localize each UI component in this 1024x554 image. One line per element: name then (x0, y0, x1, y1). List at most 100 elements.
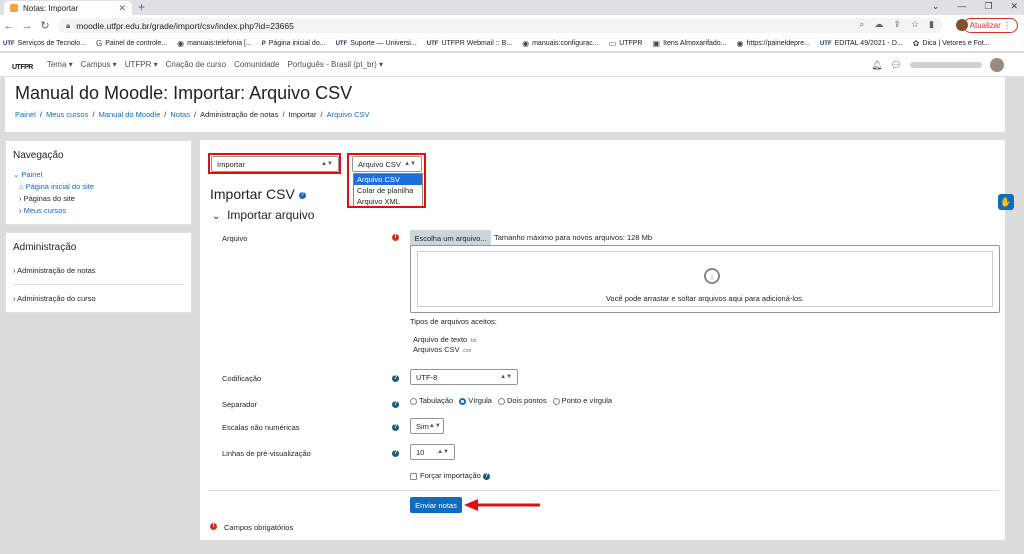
bookmark[interactable]: P Página inicial do... (262, 40, 326, 47)
admin-item-curso[interactable]: › Administração do curso (13, 285, 184, 312)
breadcrumb-separator: / (92, 110, 95, 119)
help-icon[interactable]: ? (392, 424, 399, 431)
accepted-type-csv: Arquivos CSV .csv (413, 345, 472, 354)
breadcrumb-separator: / (39, 110, 42, 119)
nav-painel[interactable]: Painel (21, 170, 42, 179)
breadcrumb-meus-cursos[interactable]: Meus cursos (46, 110, 89, 119)
bookmark[interactable]: UTF Serviços de Tecnolo... (3, 40, 86, 47)
bookmark[interactable]: ▭ UTFPR (609, 39, 643, 48)
help-icon[interactable]: ? (483, 473, 490, 480)
breadcrumb-painel[interactable]: Painel (15, 110, 36, 119)
breadcrumb-notas[interactable]: Notas (170, 110, 190, 119)
bookmark[interactable]: UTF EDITAL 49/2021 - D... (820, 40, 903, 47)
chat-icon[interactable]: 💬︎ (891, 60, 902, 71)
help-icon[interactable]: ? (392, 375, 399, 382)
breadcrumb-manual[interactable]: Manual do Moodle (99, 110, 161, 119)
sidepanel-icon[interactable]: ▮ (929, 19, 934, 30)
bookmark-label: EDITAL 49/2021 - D... (834, 40, 903, 47)
chevron-down-icon[interactable]: ⌄ (932, 1, 940, 12)
utfpr-logo[interactable]: UTFPR (12, 58, 33, 72)
max-size-text: Tamanho máximo para novos arquivos: 128 … (494, 233, 652, 242)
menu-campus[interactable]: Campus ▾ (81, 60, 117, 69)
import-heading: Importar CSV ? (210, 186, 306, 202)
menu-language[interactable]: Português - Brasil (pt_br) ▾ (287, 60, 383, 69)
accessibility-icon[interactable]: ✋ (998, 194, 1014, 210)
bookmark-icon: P (261, 40, 266, 47)
forward-icon[interactable]: → (18, 20, 36, 32)
breadcrumb-importar: Importar (288, 110, 317, 119)
encoding-label: Codificação (222, 374, 262, 383)
back-icon[interactable]: ← (0, 20, 18, 32)
section-header[interactable]: ⌄ Importar arquivo (212, 208, 314, 222)
required-icon: ! (392, 234, 399, 241)
menu-criacao-curso[interactable]: Criação de curso (166, 60, 226, 69)
menu-tema[interactable]: Tema ▾ (47, 60, 73, 69)
nav-courses[interactable]: Meus cursos (24, 206, 67, 215)
scales-select[interactable]: Sim ▲▼ (410, 418, 444, 434)
update-button[interactable]: Atualizar ⋮ (962, 18, 1018, 33)
radio-ponto-virgula[interactable]: Ponto e vírgula (552, 396, 612, 405)
bookmark-icon: ◉ (177, 39, 185, 48)
browser-tab[interactable]: Notas: Importar ✕ (4, 1, 132, 15)
chevron-right-icon[interactable]: › (19, 194, 22, 203)
tab-favicon-icon (10, 4, 18, 12)
cloud-icon[interactable]: ☁ (874, 19, 883, 30)
encoding-select[interactable]: UTF-8 ▲▼ (410, 369, 518, 385)
chevron-down-icon[interactable]: ⌄ (13, 170, 19, 179)
bookmark[interactable]: ◉ https://paineldepre... (737, 39, 810, 48)
accepted-type-ext: .csv (461, 348, 472, 354)
bookmark[interactable]: ◉ manuais:configurac... (522, 39, 599, 48)
accepted-type-ext: .txt (469, 338, 477, 344)
chevron-right-icon[interactable]: › (19, 206, 22, 215)
restore-icon[interactable]: ❐ (984, 1, 992, 12)
nav-pages[interactable]: Páginas do site (24, 194, 75, 203)
bookmark[interactable]: UTF Suporte — Universi... (336, 40, 417, 47)
required-icon: ! (210, 523, 217, 530)
bookmark-label: Suporte — Universi... (350, 40, 417, 47)
reload-icon[interactable]: ↻ (36, 19, 54, 32)
help-icon[interactable]: ? (392, 401, 399, 408)
select-caret-icon: ▲▼ (437, 449, 449, 455)
highlight-box (208, 153, 341, 174)
force-import-checkbox[interactable]: Forçar importação (410, 471, 481, 480)
user-name-blurred[interactable] (910, 62, 982, 68)
lock-icon[interactable]: 🔒︎ (66, 21, 70, 31)
user-avatar[interactable] (990, 58, 1004, 72)
bookmark[interactable]: UTF UTFPR Webmail :: B... (427, 40, 512, 47)
minimize-icon[interactable]: — (957, 1, 966, 12)
new-tab-icon[interactable]: + (138, 0, 145, 15)
bookmark-icon: UTF (819, 40, 832, 47)
radio-virgula[interactable]: Vírgula (459, 396, 492, 405)
bookmark-label: Itens Almoxarifado... (663, 40, 727, 47)
menu-comunidade[interactable]: Comunidade (234, 60, 279, 69)
nav-home[interactable]: Página inicial do site (26, 182, 94, 191)
menu-utfpr[interactable]: UTFPR ▾ (125, 60, 158, 69)
bell-icon[interactable]: 🔔︎ (871, 60, 882, 71)
help-icon[interactable]: ? (392, 450, 399, 457)
administration-title: Administração (13, 242, 77, 253)
breadcrumb-arquivo-csv[interactable]: Arquivo CSV (327, 110, 370, 119)
help-icon[interactable]: ? (298, 191, 306, 199)
separator-label: Separador (222, 400, 258, 409)
bookmark[interactable]: ▣ Itens Almoxarifado... (653, 39, 727, 48)
submit-grades-button[interactable]: Enviar notas (410, 497, 462, 513)
radio-tabulacao[interactable]: Tabulação (410, 396, 453, 405)
bookmark[interactable]: ◉ manuais:telefonia [... (177, 39, 252, 48)
address-bar[interactable]: 🔒︎ moodle.utfpr.edu.br/grade/import/csv/… (58, 18, 943, 33)
bookmark-label: https://paineldepre... (746, 40, 810, 47)
share-icon[interactable]: ⇪ (893, 19, 901, 30)
bookmark[interactable]: ✿ Dica | Vetores e Fot... (913, 39, 990, 48)
select-caret-icon: ▲▼ (428, 423, 441, 429)
bookmarks-bar: UTF Serviços de Tecnolo... G Painel de con… (0, 36, 1024, 52)
search-icon[interactable]: ⌕ (859, 19, 864, 30)
choose-file-button[interactable]: Escolha um arquivo... (410, 230, 491, 246)
close-tab-icon[interactable]: ✕ (118, 3, 126, 14)
section-title: Importar arquivo (227, 208, 315, 222)
radio-dois-pontos[interactable]: Dois pontos (497, 396, 547, 405)
bookmark[interactable]: G Painel de controle... (96, 39, 167, 48)
star-icon[interactable]: ☆ (911, 19, 919, 30)
preview-rows-select[interactable]: 10 ▲▼ (410, 444, 455, 460)
close-window-icon[interactable]: ✕ (1010, 1, 1018, 12)
admin-item-notas[interactable]: › Administração de notas (13, 257, 184, 285)
file-dropzone[interactable]: ↓ Você pode arrastar e soltar arquivos a… (410, 245, 1000, 313)
